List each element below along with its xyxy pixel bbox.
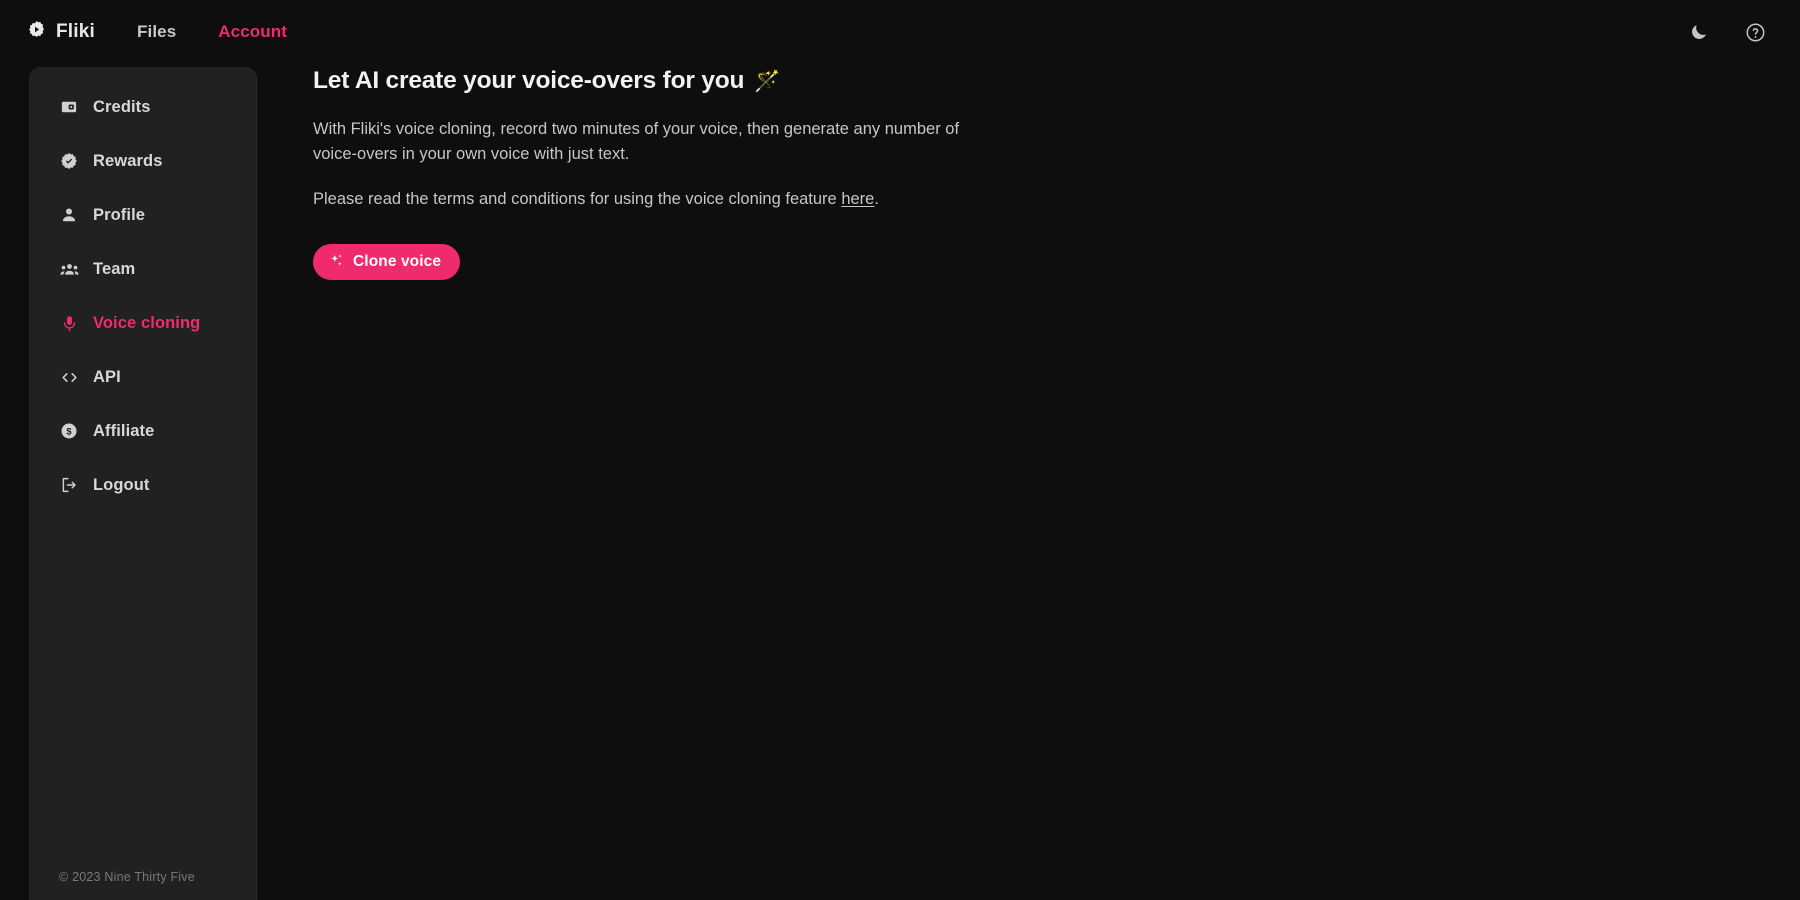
fliki-play-badge-icon — [27, 20, 46, 44]
voice-cloning-panel: Let AI create your voice-overs for you 🪄… — [313, 67, 1513, 281]
moon-icon[interactable] — [1689, 22, 1709, 42]
code-brackets-icon — [59, 367, 79, 387]
top-navigation-bar: Fliki Files Account — [0, 0, 1800, 64]
sidebar-item-label: Profile — [93, 205, 146, 224]
person-icon — [59, 205, 79, 225]
magic-wand-icon: 🪄 — [754, 70, 781, 93]
brand-home-link[interactable]: Fliki — [27, 20, 95, 44]
sidebar-item-label: Rewards — [93, 151, 163, 170]
sidebar-item-team[interactable]: Team — [29, 249, 256, 289]
sparkles-icon — [329, 253, 344, 271]
clone-voice-label: Clone voice — [353, 253, 442, 271]
topbar-actions — [1689, 22, 1766, 43]
sidebar-item-voice-cloning[interactable]: Voice cloning — [29, 303, 256, 343]
sidebar-item-logout[interactable]: Logout — [29, 465, 256, 505]
intro-paragraph: With Fliki's voice cloning, record two m… — [313, 120, 960, 163]
terms-text-before: Please read the terms and conditions for… — [313, 189, 842, 208]
dollar-circle-icon: $ — [59, 421, 79, 441]
nav-item-files[interactable]: Files — [137, 22, 176, 42]
sidebar-item-label: Credits — [93, 97, 151, 116]
sidebar-item-label: Affiliate — [93, 421, 155, 440]
sidebar-item-rewards[interactable]: Rewards — [29, 141, 256, 181]
sidebar-item-profile[interactable]: Profile — [29, 195, 256, 235]
people-group-icon — [59, 259, 79, 279]
sidebar-item-label: Logout — [93, 475, 150, 494]
brand-label: Fliki — [56, 21, 96, 42]
logout-arrow-icon — [59, 475, 79, 495]
sidebar-item-label: Team — [93, 259, 136, 278]
credit-card-icon — [59, 97, 79, 117]
nav-item-account[interactable]: Account — [218, 22, 287, 42]
verified-badge-icon — [59, 151, 79, 171]
page-title: Let AI create your voice-overs for you 🪄 — [313, 67, 1513, 95]
sidebar-item-affiliate[interactable]: $ Affiliate — [29, 411, 256, 451]
sidebar-item-label: Voice cloning — [93, 313, 201, 332]
sidebar-item-label: API — [93, 367, 121, 386]
svg-text:$: $ — [66, 426, 72, 436]
terms-paragraph: Please read the terms and conditions for… — [313, 187, 978, 212]
sidebar-item-api[interactable]: API — [29, 357, 256, 397]
microphone-icon — [59, 313, 79, 333]
question-circle-icon[interactable] — [1745, 22, 1766, 43]
account-sidebar: Credits Rewards Profile Team Voice cloni… — [29, 67, 257, 900]
sidebar-copyright: © 2023 Nine Thirty Five — [59, 870, 195, 884]
terms-and-conditions-link[interactable]: here — [841, 190, 874, 208]
terms-text-after: . — [874, 189, 879, 208]
clone-voice-button[interactable]: Clone voice — [313, 244, 461, 281]
page-title-text: Let AI create your voice-overs for you — [313, 67, 745, 94]
sidebar-item-credits[interactable]: Credits — [29, 87, 256, 127]
